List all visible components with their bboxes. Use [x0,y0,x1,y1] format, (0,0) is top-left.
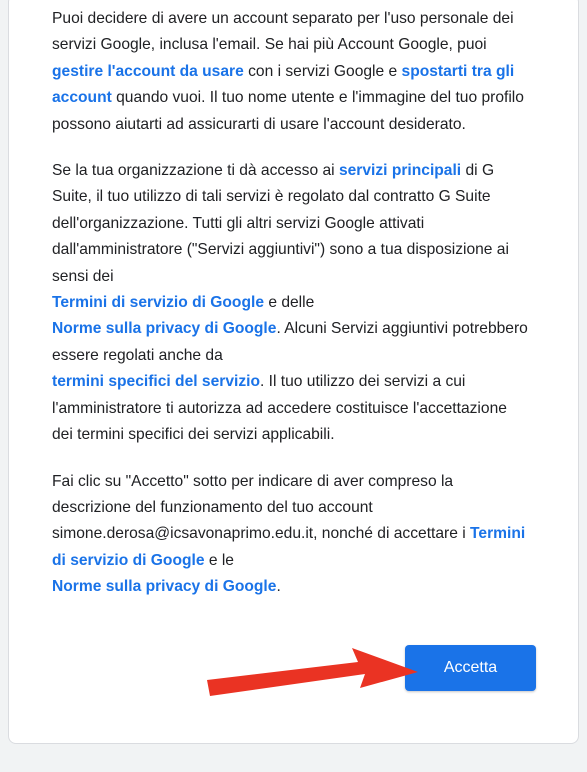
terms-of-service-link[interactable]: Termini di servizio di Google [52,294,264,311]
paragraph-text: quando vuoi. Il tuo nome utente e l'imma… [52,89,524,133]
paragraph-text: Se la tua organizzazione ti dà accesso a… [52,162,339,180]
paragraph-accept-instructions: Fai clic su "Accetto" sotto per indicare… [52,469,532,601]
accept-button[interactable]: Accetta [405,645,536,691]
terms-content: Puoi decidere di avere un account separa… [52,6,532,601]
service-specific-terms-link[interactable]: termini specifici del servizio [52,373,260,390]
privacy-policy-link[interactable]: Norme sulla privacy di Google [52,320,276,337]
paragraph-text: e le [204,551,234,569]
paragraph-text: e delle [264,294,315,312]
paragraph-separate-account: Puoi decidere di avere un account separa… [52,6,532,138]
privacy-policy-link[interactable]: Norme sulla privacy di Google [52,578,276,595]
paragraph-text: di G Suite, il tuo utilizzo di tali serv… [52,162,509,285]
core-services-link[interactable]: servizi principali [339,162,461,179]
paragraph-text: Puoi decidere di avere un account separa… [52,10,514,54]
paragraph-gsuite-services: Se la tua organizzazione ti dà accesso a… [52,158,532,448]
paragraph-text: Fai clic su "Accetto" sotto per indicare… [52,472,471,543]
paragraph-text: . [276,578,281,596]
manage-account-link[interactable]: gestire l'account da usare [52,63,244,80]
paragraph-text: con i servizi Google e [243,62,402,80]
